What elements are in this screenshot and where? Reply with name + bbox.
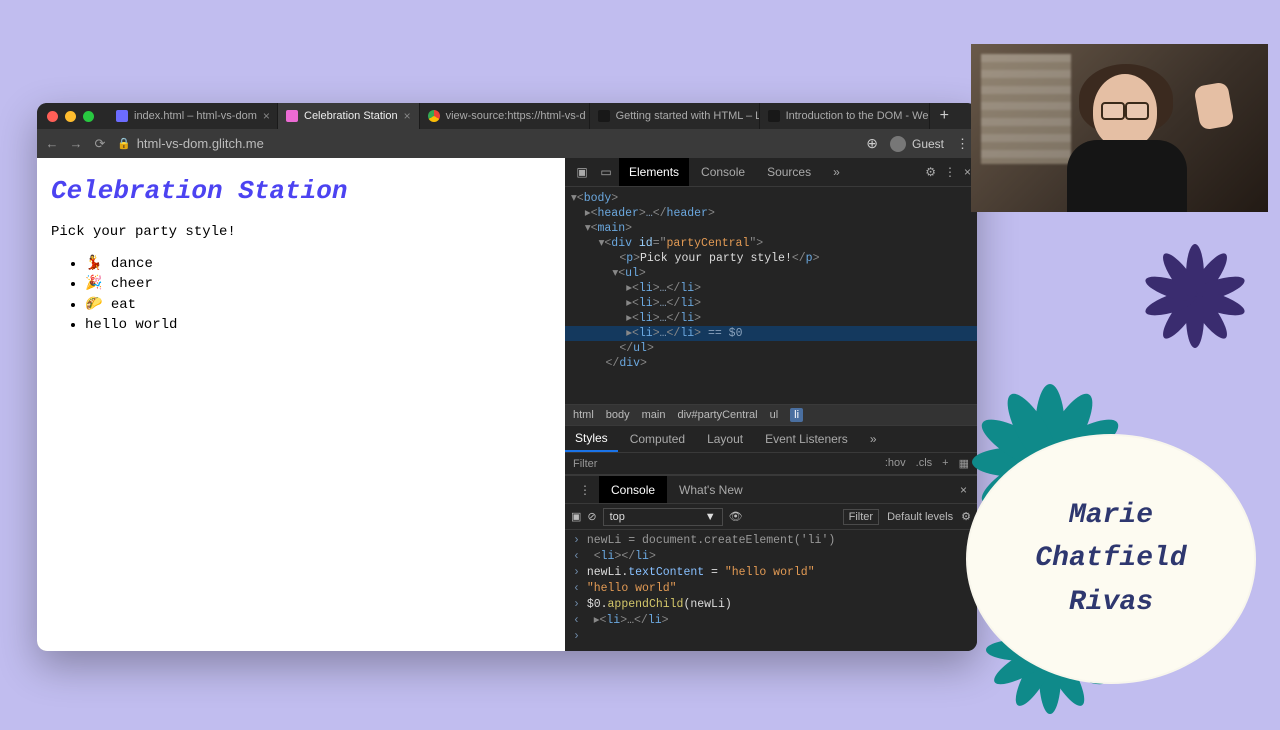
drawer-menu-icon[interactable]: ⋮ bbox=[571, 483, 599, 497]
maximize-icon[interactable] bbox=[83, 111, 94, 122]
tab-label: view-source:https://html-vs-d bbox=[446, 110, 586, 122]
tab-view-source[interactable]: view-source:https://html-vs-d × bbox=[420, 103, 590, 129]
tab-intro-dom[interactable]: Introduction to the DOM - Web × bbox=[760, 103, 930, 129]
styles-filter-row: Filter :hov .cls + ▦ bbox=[565, 452, 977, 474]
url-field[interactable]: 🔒 html-vs-dom.glitch.me bbox=[117, 136, 856, 151]
address-bar: ← → ⟳ 🔒 html-vs-dom.glitch.me ⊕ Guest ⋮ bbox=[37, 129, 977, 158]
profile-badge[interactable]: Guest bbox=[890, 136, 944, 152]
close-tab-icon[interactable]: × bbox=[263, 109, 270, 123]
tab-celebration-station[interactable]: Celebration Station × bbox=[278, 103, 420, 129]
context-select[interactable]: top▼ bbox=[603, 508, 723, 526]
tab-event-listeners[interactable]: Event Listeners bbox=[755, 426, 858, 452]
list-item: 💃 dance bbox=[85, 254, 551, 274]
kebab-menu-icon[interactable]: ⋮ bbox=[944, 165, 956, 179]
forward-button[interactable]: → bbox=[69, 137, 83, 151]
minimize-icon[interactable] bbox=[65, 111, 76, 122]
drawer-tab-whats-new[interactable]: What's New bbox=[667, 476, 755, 503]
devtools-tab-elements[interactable]: Elements bbox=[619, 158, 689, 186]
drawer-tab-strip: ⋮ Console What's New × bbox=[565, 476, 977, 504]
bookmark-icon[interactable]: ⊕ bbox=[866, 135, 878, 152]
tab-styles[interactable]: Styles bbox=[565, 426, 618, 452]
close-tab-icon[interactable]: × bbox=[404, 109, 411, 123]
styles-tabs: Styles Computed Layout Event Listeners » bbox=[565, 425, 977, 452]
presenter-figure bbox=[1061, 64, 1201, 212]
tab-label: Getting started with HTML – Le bbox=[616, 110, 760, 122]
console-filter-input[interactable]: Filter bbox=[843, 509, 879, 525]
tab-computed[interactable]: Computed bbox=[620, 426, 695, 452]
page-title: Celebration Station bbox=[51, 176, 551, 206]
favicon-icon bbox=[286, 110, 298, 122]
rendered-page: Celebration Station Pick your party styl… bbox=[37, 158, 565, 651]
tab-more[interactable]: » bbox=[860, 426, 887, 452]
presenter-name-card: Marie Chatfield Rivas bbox=[966, 434, 1256, 684]
reload-button[interactable]: ⟳ bbox=[93, 137, 107, 151]
log-levels-select[interactable]: Default levels bbox=[887, 511, 953, 523]
presenter-first-name: Marie bbox=[1035, 494, 1186, 537]
inspect-icon[interactable]: ▣ bbox=[571, 161, 593, 183]
favicon-icon bbox=[428, 110, 440, 122]
hov-toggle[interactable]: :hov bbox=[885, 457, 906, 470]
profile-label: Guest bbox=[912, 137, 944, 151]
breadcrumb[interactable]: html body main div#partyCentral ul li bbox=[565, 404, 977, 425]
lock-icon: 🔒 bbox=[117, 137, 131, 150]
favicon-icon bbox=[116, 110, 128, 122]
devtools-tab-more[interactable]: » bbox=[823, 158, 850, 186]
tab-index-html[interactable]: index.html – html-vs-dom × bbox=[108, 103, 278, 129]
new-tab-button[interactable]: + bbox=[930, 107, 959, 125]
window-controls[interactable] bbox=[47, 111, 94, 122]
favicon-icon bbox=[598, 110, 610, 122]
cls-toggle[interactable]: .cls bbox=[916, 457, 933, 470]
content-row: Celebration Station Pick your party styl… bbox=[37, 158, 977, 651]
back-button[interactable]: ← bbox=[45, 137, 59, 151]
close-icon[interactable] bbox=[47, 111, 58, 122]
flower-decoration bbox=[1140, 246, 1250, 356]
kebab-menu-icon[interactable]: ⋮ bbox=[956, 136, 969, 152]
devtools-panel: ▣ ▭ Elements Console Sources » ⚙ ⋮ × ▾<b… bbox=[565, 158, 977, 651]
browser-window: index.html – html-vs-dom × Celebration S… bbox=[37, 103, 977, 651]
tab-layout[interactable]: Layout bbox=[697, 426, 753, 452]
tab-getting-started[interactable]: Getting started with HTML – Le × bbox=[590, 103, 760, 129]
devtools-drawer: ⋮ Console What's New × ▣ ⊘ top▼ 👁 Filter bbox=[565, 474, 977, 651]
page-prompt: Pick your party style! bbox=[51, 224, 551, 240]
devtools-toolbar: ▣ ▭ Elements Console Sources » ⚙ ⋮ × bbox=[565, 158, 977, 187]
presenter-middle-name: Chatfield bbox=[1035, 537, 1186, 580]
console-sidebar-icon[interactable]: ▣ bbox=[571, 510, 581, 523]
devtools-tab-console[interactable]: Console bbox=[691, 158, 755, 186]
device-toggle-icon[interactable]: ▭ bbox=[595, 161, 617, 183]
console-toolbar: ▣ ⊘ top▼ 👁 Filter Default levels ⚙ bbox=[565, 504, 977, 530]
presenter-webcam bbox=[971, 44, 1268, 212]
tab-label: index.html – html-vs-dom bbox=[134, 110, 257, 122]
list-item: 🎉 cheer bbox=[85, 274, 551, 294]
presenter-last-name: Rivas bbox=[1035, 581, 1186, 624]
filter-input[interactable]: Filter bbox=[573, 458, 597, 470]
list-item: hello world bbox=[85, 315, 551, 335]
avatar-icon bbox=[890, 136, 906, 152]
party-list: 💃 dance 🎉 cheer 🌮 eat hello world bbox=[51, 254, 551, 335]
clear-console-icon[interactable]: ⊘ bbox=[587, 510, 596, 523]
console-output[interactable]: › newLi = document.createElement('li') ‹… bbox=[565, 530, 977, 651]
close-icon[interactable]: × bbox=[964, 165, 971, 179]
eye-icon[interactable]: 👁 bbox=[729, 510, 743, 523]
tab-strip: index.html – html-vs-dom × Celebration S… bbox=[37, 103, 977, 129]
drawer-tab-console[interactable]: Console bbox=[599, 476, 667, 503]
url-text: html-vs-dom.glitch.me bbox=[137, 136, 264, 151]
devtools-tab-sources[interactable]: Sources bbox=[757, 158, 821, 186]
tab-label: Celebration Station bbox=[304, 110, 398, 122]
tab-label: Introduction to the DOM - Web bbox=[786, 110, 930, 122]
new-style-rule-icon[interactable]: + bbox=[942, 457, 948, 470]
elements-tree[interactable]: ▾<body> ▸<header>…</header> ▾<main> ▾<di… bbox=[565, 187, 977, 404]
gear-icon[interactable]: ⚙ bbox=[925, 165, 936, 179]
selected-node[interactable]: ▸<li>…</li> == $0 bbox=[565, 326, 977, 341]
list-item: 🌮 eat bbox=[85, 295, 551, 315]
favicon-icon bbox=[768, 110, 780, 122]
